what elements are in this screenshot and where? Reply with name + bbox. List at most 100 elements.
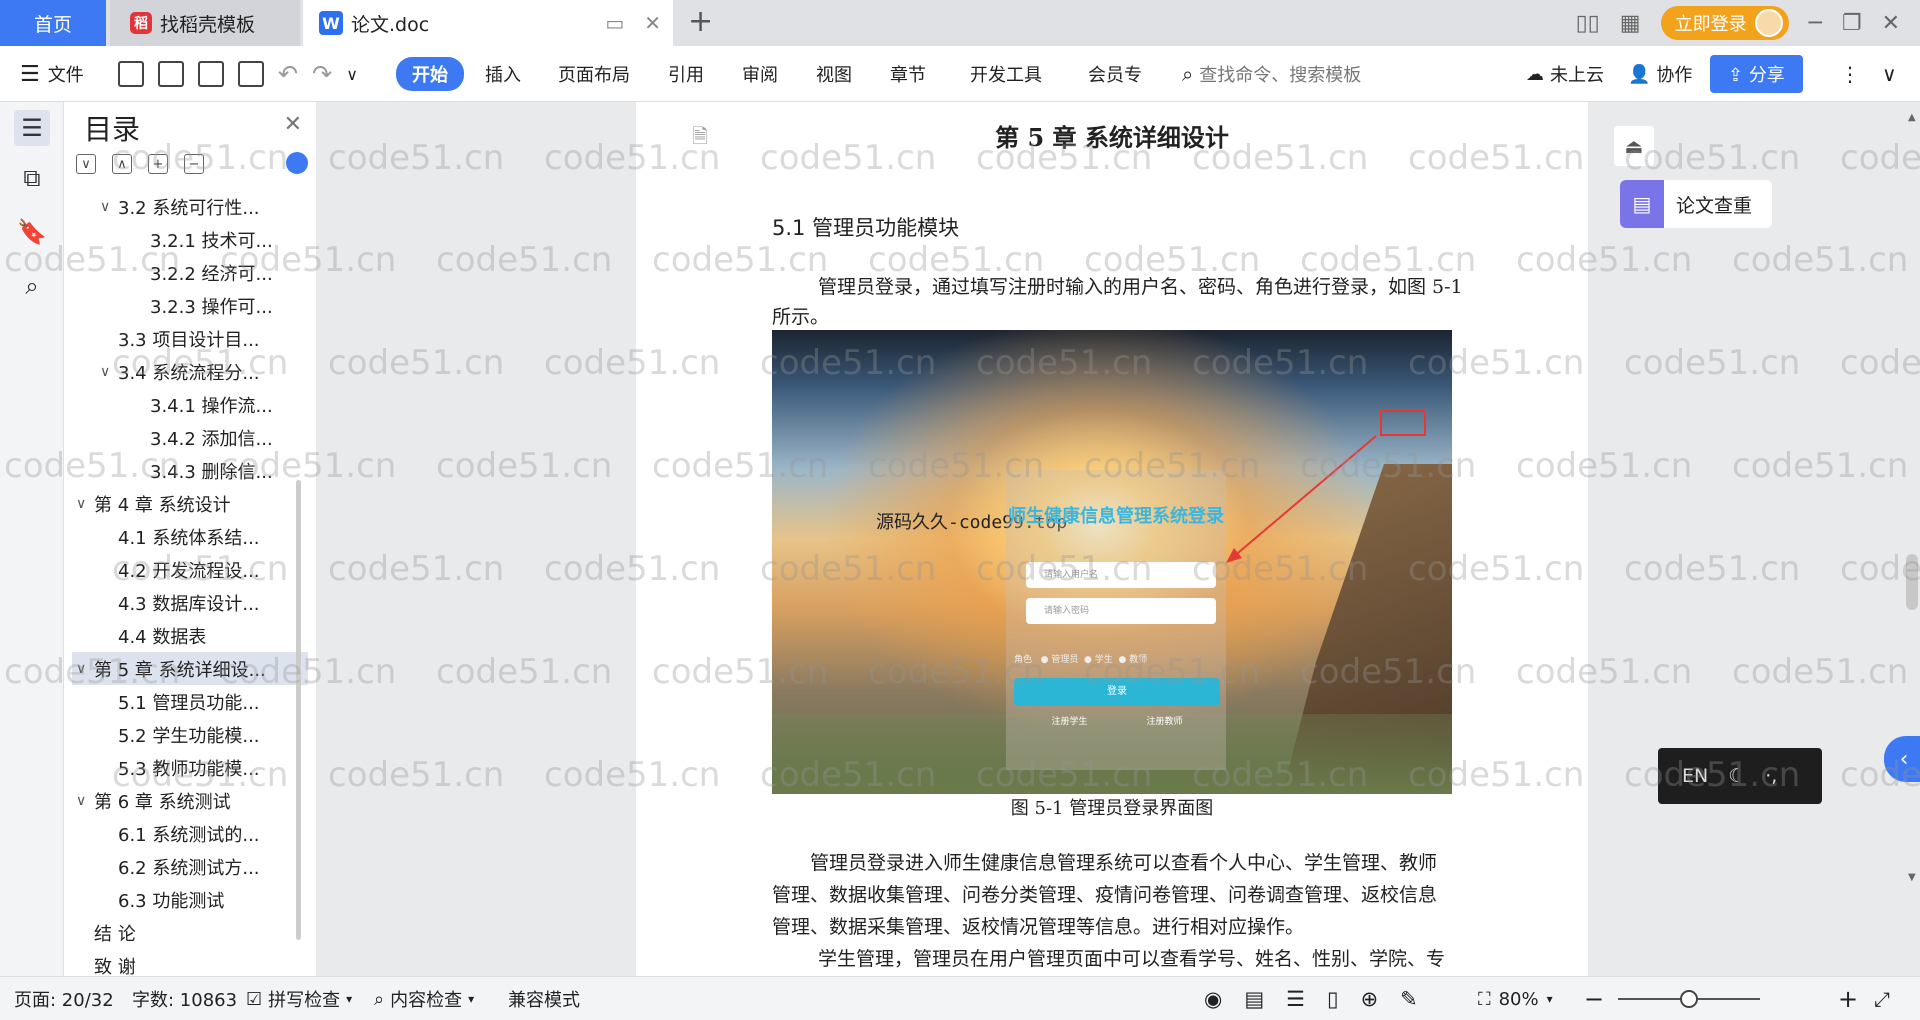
- fullscreen-icon[interactable]: ⤢: [1874, 977, 1890, 1020]
- zoom-in-button[interactable]: +: [1838, 977, 1858, 1020]
- tab-home[interactable]: 首页: [0, 0, 106, 46]
- toc-item[interactable]: 4.1 系统体系结...: [72, 520, 308, 553]
- toc-item[interactable]: 3.2.3 操作可...: [72, 289, 308, 322]
- remove-heading-icon[interactable]: −: [184, 154, 204, 174]
- login-button[interactable]: 立即登录: [1660, 6, 1789, 40]
- toc-item[interactable]: 4.4 数据表: [72, 619, 308, 652]
- tab-insert-label: 插入: [485, 65, 521, 86]
- scroll-up-icon[interactable]: ▲: [1908, 112, 1916, 123]
- toc-item[interactable]: 3.2.2 经济可...: [72, 256, 308, 289]
- fit-page-icon[interactable]: ⛶: [1478, 989, 1491, 1010]
- content-check-button[interactable]: ⌕ 内容检查 ▾: [374, 977, 474, 1020]
- close-tab-icon[interactable]: ✕: [644, 11, 661, 35]
- document-page[interactable]: 🗎 第 5 章 系统详细设计 5.1 管理员功能模块 管理员登录，通过填写注册时…: [636, 102, 1588, 976]
- page-counter[interactable]: 页面: 20/32: [14, 977, 114, 1020]
- toc-panel-icon[interactable]: ☰: [14, 110, 50, 146]
- file-menu[interactable]: ☰ 文件: [20, 46, 84, 102]
- chevron-down-icon[interactable]: ∨: [100, 364, 118, 380]
- tab-document[interactable]: W 论文.doc ▭ ✕: [303, 0, 673, 46]
- pin-window-icon[interactable]: ▭: [605, 11, 624, 35]
- find-icon[interactable]: ⌕: [14, 268, 50, 304]
- page-view-icon[interactable]: ▤: [1244, 987, 1264, 1011]
- zoom-out-button[interactable]: −: [1584, 977, 1604, 1020]
- spell-check-button[interactable]: ☑ 拼写检查 ▾: [246, 977, 352, 1020]
- web-view-icon[interactable]: ⊕: [1361, 987, 1379, 1011]
- collapse-all-icon[interactable]: ∨: [76, 154, 96, 174]
- tab-chapter[interactable]: 章节: [890, 46, 926, 102]
- bookmark-icon[interactable]: 🔖: [14, 214, 50, 250]
- tab-start[interactable]: 开始: [396, 46, 464, 102]
- ai-assistant-icon[interactable]: [286, 152, 308, 174]
- toc-item[interactable]: ∨ 第 6 章 系统测试: [72, 784, 308, 817]
- document-scrollbar[interactable]: ▲ ▼: [1904, 102, 1920, 976]
- scroll-thumb[interactable]: [1906, 554, 1918, 610]
- moon-icon: ☾: [1728, 765, 1746, 787]
- tab-reference[interactable]: 引用: [668, 46, 704, 102]
- toc-item[interactable]: 6.3 功能测试: [72, 883, 308, 916]
- zoom-control[interactable]: ⛶ 80% ▾: [1478, 977, 1553, 1020]
- chevron-down-icon[interactable]: ∨: [76, 661, 94, 677]
- export-pdf-icon[interactable]: [158, 61, 184, 87]
- tab-insert[interactable]: 插入: [485, 46, 521, 102]
- scroll-down-icon[interactable]: ▼: [1908, 872, 1916, 883]
- toc-item[interactable]: ∨ 3.4 系统流程分...: [72, 355, 308, 388]
- outline-view-icon[interactable]: ☰: [1286, 987, 1305, 1011]
- toc-item[interactable]: 3.3 项目设计目...: [72, 322, 308, 355]
- close-window-icon[interactable]: ✕: [1882, 11, 1900, 36]
- minimize-icon[interactable]: ─: [1809, 11, 1822, 36]
- share-button[interactable]: ⇪ 分享: [1710, 46, 1803, 102]
- toc-item[interactable]: 4.2 开发流程设...: [72, 553, 308, 586]
- close-icon[interactable]: ✕: [284, 112, 302, 137]
- toc-item[interactable]: 3.4.3 删除信...: [72, 454, 308, 487]
- apps-grid-icon[interactable]: ▦: [1620, 11, 1641, 36]
- toc-item[interactable]: ∨ 第 4 章 系统设计: [72, 487, 308, 520]
- print-preview-icon[interactable]: [238, 61, 264, 87]
- tab-member[interactable]: 会员专: [1088, 46, 1142, 102]
- toc-item[interactable]: ∨ 3.2 系统可行性...: [72, 190, 308, 223]
- command-search[interactable]: ⌕ 查找命令、搜索模板: [1182, 46, 1361, 102]
- toc-item[interactable]: 5.3 教师功能模...: [72, 751, 308, 784]
- plagiarism-check-button[interactable]: ▤ 论文查重: [1620, 180, 1772, 228]
- tab-page-layout[interactable]: 页面布局: [558, 46, 630, 102]
- expand-up-icon[interactable]: ∧: [112, 154, 132, 174]
- print-icon[interactable]: [198, 61, 224, 87]
- toc-item[interactable]: 结 论: [72, 916, 308, 949]
- nav-structure-icon[interactable]: ⧉: [14, 160, 50, 196]
- new-tab-button[interactable]: +: [688, 4, 713, 39]
- toc-item[interactable]: 5.2 学生功能模...: [72, 718, 308, 751]
- collab-button[interactable]: 👤 协作: [1628, 46, 1692, 102]
- redo-icon[interactable]: ↷: [312, 60, 332, 88]
- tab-review[interactable]: 审阅: [742, 46, 778, 102]
- toc-item[interactable]: 5.1 管理员功能...: [72, 685, 308, 718]
- reading-view-icon[interactable]: ▯: [1327, 987, 1339, 1011]
- ime-toolbar[interactable]: EN ☾ ·,: [1658, 748, 1822, 804]
- toc-item[interactable]: 6.1 系统测试的...: [72, 817, 308, 850]
- zoom-slider-thumb[interactable]: [1680, 990, 1698, 1008]
- toc-item[interactable]: ∨ 第 5 章 系统详细设...: [72, 652, 308, 685]
- cloud-status[interactable]: ☁ 未上云: [1526, 46, 1604, 102]
- more-icon[interactable]: ⋮: [1840, 62, 1860, 86]
- toc-scrollbar[interactable]: [296, 480, 301, 940]
- eject-icon[interactable]: ⏏: [1614, 126, 1654, 166]
- collapse-ribbon-icon[interactable]: ∨: [1882, 62, 1897, 86]
- layout-icon[interactable]: ▯▯: [1576, 11, 1600, 36]
- chevron-down-icon[interactable]: ∨: [346, 65, 358, 84]
- toc-item[interactable]: 6.2 系统测试方...: [72, 850, 308, 883]
- toc-item[interactable]: 3.4.2 添加信...: [72, 421, 308, 454]
- tab-dev-tools[interactable]: 开发工具: [970, 46, 1042, 102]
- save-icon[interactable]: [118, 61, 144, 87]
- word-count[interactable]: 字数: 10863: [132, 977, 237, 1020]
- tab-templates[interactable]: 稻 找稻壳模板: [110, 0, 300, 46]
- undo-icon[interactable]: ↶: [278, 60, 298, 88]
- add-heading-icon[interactable]: +: [148, 154, 168, 174]
- restore-icon[interactable]: ❐: [1842, 11, 1862, 36]
- pen-icon[interactable]: ✎: [1400, 987, 1418, 1011]
- chevron-down-icon[interactable]: ∨: [100, 199, 118, 215]
- chevron-down-icon[interactable]: ∨: [76, 496, 94, 512]
- tab-view[interactable]: 视图: [816, 46, 852, 102]
- toc-item[interactable]: 3.4.1 操作流...: [72, 388, 308, 421]
- eye-protection-icon[interactable]: ◉: [1204, 987, 1222, 1011]
- toc-item[interactable]: 4.3 数据库设计...: [72, 586, 308, 619]
- toc-item[interactable]: 3.2.1 技术可...: [72, 223, 308, 256]
- chevron-down-icon[interactable]: ∨: [76, 793, 94, 809]
